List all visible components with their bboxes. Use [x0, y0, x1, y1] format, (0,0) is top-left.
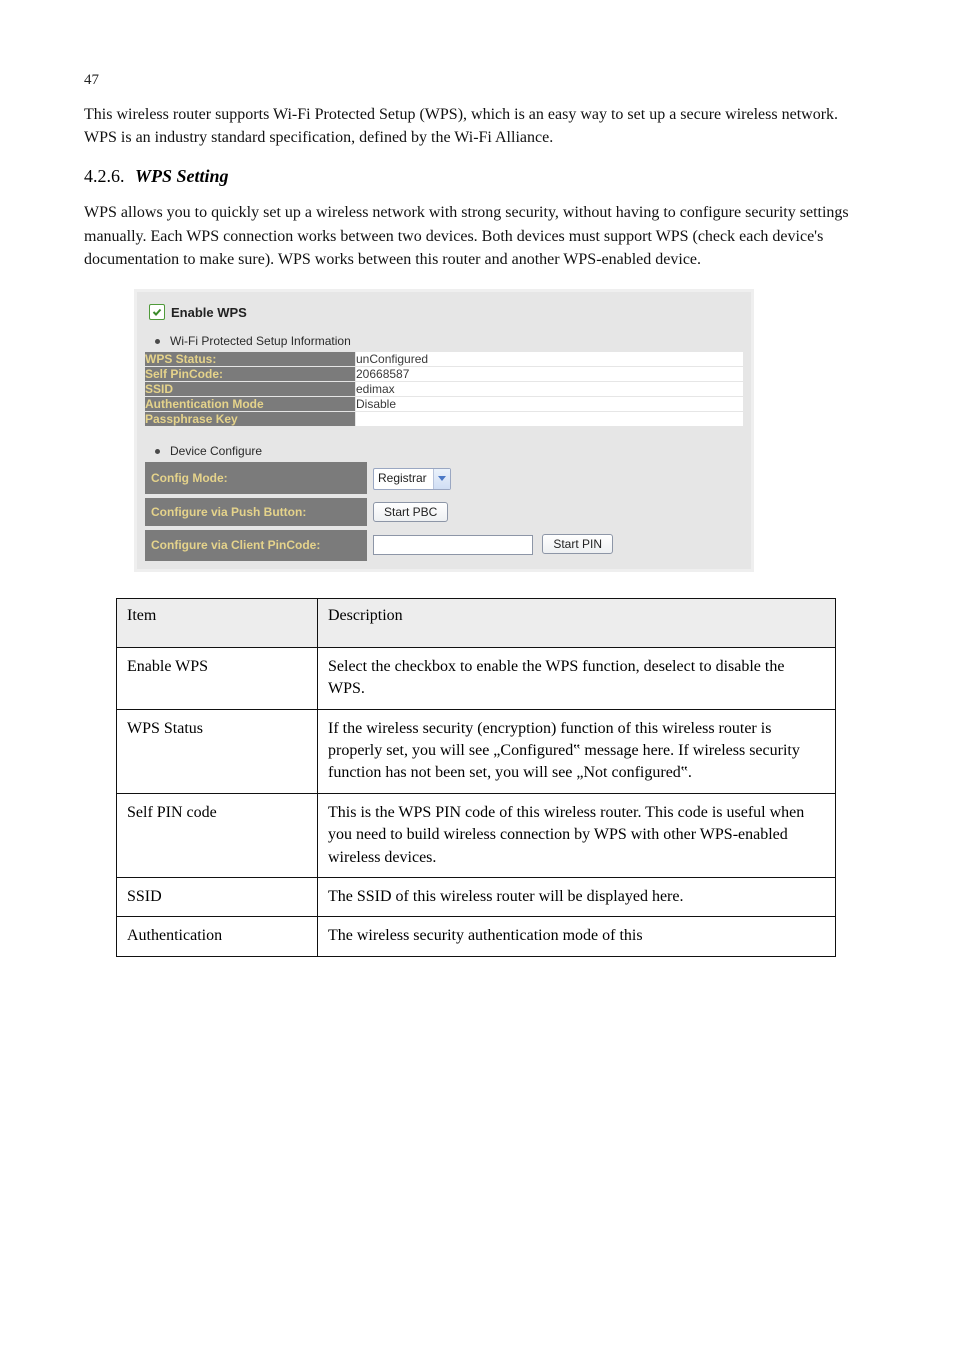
section-number: 4.2.6.: [84, 166, 125, 186]
desc-item: Enable WPS: [117, 647, 318, 709]
section-heading: 4.2.6. WPS Setting: [84, 163, 870, 189]
desc-text: The SSID of this wireless router will be…: [318, 877, 836, 916]
table-row: Configure via Push Button: Start PBC: [145, 496, 743, 528]
row-label: SSID: [145, 382, 356, 397]
desc-text: The wireless security authentication mod…: [318, 917, 836, 956]
start-pbc-button[interactable]: Start PBC: [373, 502, 448, 522]
desc-item: Authentication: [117, 917, 318, 956]
table-row: Configure via Client PinCode: Start PIN: [145, 528, 743, 561]
config-mode-select[interactable]: Registrar: [373, 468, 451, 490]
row-label: Passphrase Key: [145, 412, 356, 427]
row-value: 20668587: [356, 367, 744, 382]
row-value: Disable: [356, 397, 744, 412]
row-value: [356, 412, 744, 427]
page-number: 47: [84, 72, 870, 89]
desc-text: If the wireless security (encryption) fu…: [318, 709, 836, 793]
desc-row: SSID The SSID of this wireless router wi…: [117, 877, 836, 916]
desc-header-item: Item: [117, 598, 318, 647]
supports-text: WPS allows you to quickly set up a wirel…: [84, 201, 870, 271]
bullet-icon: [155, 339, 160, 344]
intro-text: This wireless router supports Wi-Fi Prot…: [84, 103, 870, 149]
desc-row: Enable WPS Select the checkbox to enable…: [117, 647, 836, 709]
enable-wps-label: Enable WPS: [171, 305, 247, 320]
table-row: Passphrase Key: [145, 412, 743, 427]
wps-info-table: WPS Status: unConfigured Self PinCode: 2…: [145, 352, 743, 426]
section-title: WPS Setting: [135, 166, 229, 186]
desc-text: This is the WPS PIN code of this wireles…: [318, 793, 836, 877]
table-row: Authentication Mode Disable: [145, 397, 743, 412]
table-row: Config Mode: Registrar: [145, 462, 743, 496]
chevron-down-icon: [433, 469, 450, 489]
table-row: Self PinCode: 20668587: [145, 367, 743, 382]
row-label: Authentication Mode: [145, 397, 356, 412]
push-button-label: Configure via Push Button:: [145, 496, 367, 528]
desc-header-desc: Description: [318, 598, 836, 647]
row-label: WPS Status:: [145, 352, 356, 367]
desc-header-row: Item Description: [117, 598, 836, 647]
row-value: unConfigured: [356, 352, 744, 367]
row-value: edimax: [356, 382, 744, 397]
desc-row: WPS Status If the wireless security (enc…: [117, 709, 836, 793]
desc-text: Select the checkbox to enable the WPS fu…: [318, 647, 836, 709]
client-pin-label: Configure via Client PinCode:: [145, 528, 367, 561]
desc-item: SSID: [117, 877, 318, 916]
desc-item: Self PIN code: [117, 793, 318, 877]
row-label: Self PinCode:: [145, 367, 356, 382]
table-row: SSID edimax: [145, 382, 743, 397]
enable-wps-checkbox[interactable]: [149, 304, 165, 320]
device-configure-table: Config Mode: Registrar Configure via Pus…: [145, 462, 743, 561]
desc-row: Self PIN code This is the WPS PIN code o…: [117, 793, 836, 877]
description-table: Item Description Enable WPS Select the c…: [116, 598, 836, 957]
bullet-icon: [155, 449, 160, 454]
desc-row: Authentication The wireless security aut…: [117, 917, 836, 956]
config-mode-label: Config Mode:: [145, 462, 367, 496]
section-info-title: Wi-Fi Protected Setup Information: [170, 334, 351, 348]
client-pin-input[interactable]: [373, 535, 533, 555]
section-config-header: Device Configure: [155, 444, 743, 458]
table-row: WPS Status: unConfigured: [145, 352, 743, 367]
start-pin-button[interactable]: Start PIN: [542, 534, 613, 554]
config-mode-value: Registrar: [374, 469, 433, 489]
desc-item: WPS Status: [117, 709, 318, 793]
section-info-header: Wi-Fi Protected Setup Information: [155, 334, 743, 348]
section-config-title: Device Configure: [170, 444, 262, 458]
wps-screenshot-panel: Enable WPS Wi-Fi Protected Setup Informa…: [134, 289, 754, 572]
